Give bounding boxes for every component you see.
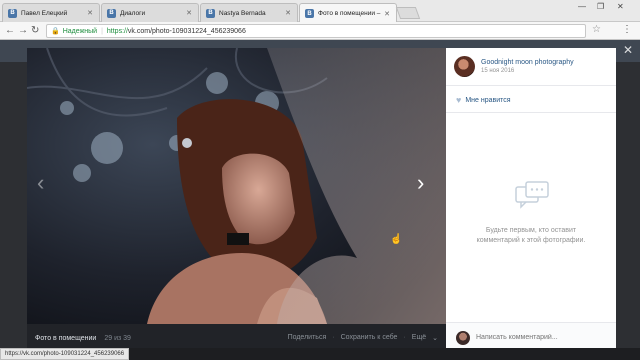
tab-title: Павел Елецкий [21, 9, 68, 17]
author-block: Goodnight moon photography 15 ноя 2016 [446, 48, 616, 86]
like-button[interactable]: ♥ Мне нравится [456, 95, 511, 105]
share-button[interactable]: Поделиться [288, 334, 327, 342]
photo-image [27, 48, 446, 324]
tab-2[interactable]: В Диалоги ✕ [101, 3, 199, 22]
tab-3[interactable]: В Nastya Bernada ✕ [200, 3, 298, 22]
browser-chrome: В Павел Елецкий ✕ В Диалоги ✕ В Nastya B… [0, 0, 640, 40]
photo[interactable]: ‹ › [27, 48, 446, 324]
vk-icon: В [107, 8, 116, 18]
next-photo-icon[interactable]: › [417, 172, 424, 194]
separator-dot: · [332, 334, 335, 341]
new-tab-button[interactable] [395, 7, 421, 19]
author-avatar[interactable] [454, 56, 475, 77]
back-icon[interactable]: ← [5, 24, 15, 37]
tab-title: Диалоги [120, 9, 146, 17]
author-name[interactable]: Goodnight moon photography [481, 59, 574, 66]
url-scheme: https:// [106, 27, 128, 35]
close-tab-icon[interactable]: ✕ [285, 9, 291, 17]
close-tab-icon[interactable]: ✕ [384, 10, 390, 18]
forward-icon[interactable]: → [18, 24, 28, 37]
vk-icon: В [206, 8, 215, 18]
lock-icon: 🔒 [51, 28, 60, 35]
separator-dot: · [403, 334, 406, 341]
album-title[interactable]: Фото в помещении [35, 335, 96, 342]
reload-icon[interactable]: ↻ [31, 24, 39, 37]
save-button[interactable]: Сохранить к себе [341, 334, 398, 342]
user-avatar [456, 330, 470, 345]
comments-empty-icon [515, 181, 549, 209]
empty-comments-text: Будьте первым, кто оставит комментарий к… [476, 227, 586, 244]
tab-4-active[interactable]: В Фото в помещении – 39 ф ✕ [299, 3, 397, 23]
close-tab-icon[interactable]: ✕ [186, 9, 192, 17]
secure-label: Надежный [62, 27, 98, 35]
vk-icon: В [305, 9, 314, 18]
browser-toolbar: ← → ↻ 🔒 Надежный | https:// vk.com/photo… [0, 22, 640, 40]
minimize-icon[interactable]: — [578, 2, 586, 11]
chevron-down-icon: ⌄ [432, 335, 438, 342]
close-tab-icon[interactable]: ✕ [87, 9, 93, 17]
photo-actions: Поделиться · Сохранить к себе · Ещё ⌄ [288, 334, 438, 342]
browser-menu-icon[interactable]: ⋮ [622, 24, 632, 35]
close-viewer-icon[interactable]: ✕ [623, 44, 633, 56]
photo-counter: 29 из 39 [104, 334, 131, 342]
like-label: Мне нравится [465, 96, 511, 104]
more-button[interactable]: Ещё [412, 334, 426, 342]
url-text: vk.com/photo-109031224_456239066 [127, 27, 246, 35]
vk-icon: В [8, 8, 17, 18]
page-overlay: ‹ › ☝ Фото в помещении 29 из 39 Поделить… [0, 40, 640, 360]
tab-title: Фото в помещении – 39 ф [318, 10, 381, 17]
post-date: 15 ноя 2016 [481, 68, 515, 74]
tab-title: Nastya Bernada [219, 9, 266, 17]
address-bar[interactable]: 🔒 Надежный | https:// vk.com/photo-10903… [46, 24, 586, 38]
tab-1[interactable]: В Павел Елецкий ✕ [2, 3, 100, 22]
prev-photo-icon[interactable]: ‹ [37, 172, 44, 194]
close-window-icon[interactable]: ✕ [617, 2, 624, 11]
divider [446, 112, 616, 113]
comment-input[interactable] [476, 334, 567, 341]
bookmark-star-icon[interactable]: ☆ [592, 24, 601, 35]
status-url: https://vk.com/photo-109031224_456239066 [0, 348, 130, 360]
tab-strip: В Павел Елецкий ✕ В Диалоги ✕ В Nastya B… [0, 0, 640, 23]
mouse-cursor-icon: ☝ [390, 234, 403, 245]
photo-info-panel: Goodnight moon photography 15 ноя 2016 ♥… [446, 48, 616, 352]
maximize-icon[interactable]: ❐ [597, 2, 604, 11]
heart-icon: ♥ [456, 95, 462, 105]
separator: | [101, 27, 103, 35]
